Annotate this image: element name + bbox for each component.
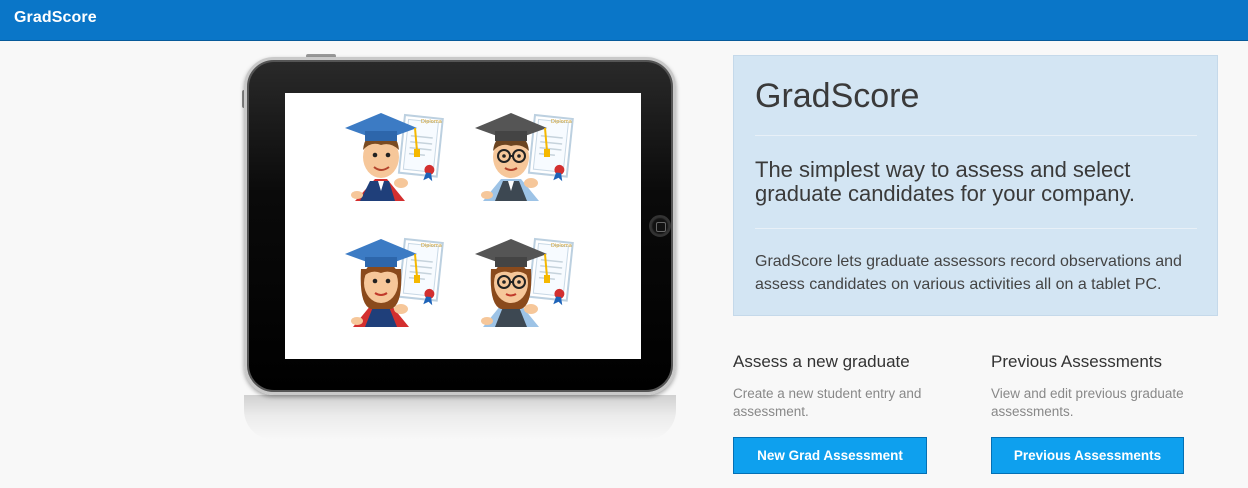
card-description: View and edit previous graduate assessme… — [991, 386, 1184, 419]
tablet-reflection — [244, 395, 676, 440]
previous-assessments-card: Previous Assessments View and edit previ… — [991, 351, 1231, 474]
hero-tagline: The simplest way to assess and select gr… — [755, 157, 1135, 206]
tablet-frame: Diploma Diploma Diploma Diploma — [244, 57, 676, 395]
graduate-girl-glasses: Diploma — [475, 238, 574, 327]
tablet-illustration: Diploma Diploma Diploma Diploma — [236, 50, 678, 440]
card-description: Create a new student entry and assessmen… — [733, 386, 922, 419]
graduate-boy-glasses: Diploma — [475, 113, 574, 201]
graduate-girl-blue-cap: Diploma — [345, 238, 444, 327]
graduates-illustration: Diploma Diploma Diploma Diploma — [345, 113, 574, 327]
card-title: Previous Assessments — [991, 352, 1163, 371]
card-title: Assess a new graduate — [733, 352, 910, 371]
new-grad-assessment-button[interactable]: New Grad Assessment — [733, 437, 927, 474]
certificate-label: Diploma — [421, 243, 442, 249]
tablet-screen: Diploma Diploma Diploma Diploma — [285, 93, 641, 359]
hero-title: GradScore — [755, 77, 920, 115]
certificate-label: Diploma — [551, 243, 572, 249]
hero-divider — [755, 135, 1197, 136]
previous-assessments-button[interactable]: Previous Assessments — [991, 437, 1184, 474]
certificate-label: Diploma — [551, 119, 572, 125]
hero-description: GradScore lets graduate assessors record… — [755, 253, 1182, 293]
new-assessment-card: Assess a new graduate Create a new stude… — [733, 351, 973, 474]
hero-panel: GradScore The simplest way to assess and… — [733, 55, 1218, 316]
certificate-label: Diploma — [421, 119, 442, 125]
hero-divider — [755, 228, 1197, 229]
brand-link[interactable]: GradScore — [14, 9, 97, 27]
tablet-home-button — [649, 215, 671, 237]
graduate-boy-blue-cap: Diploma — [345, 113, 444, 201]
top-navbar: GradScore — [0, 0, 1248, 41]
